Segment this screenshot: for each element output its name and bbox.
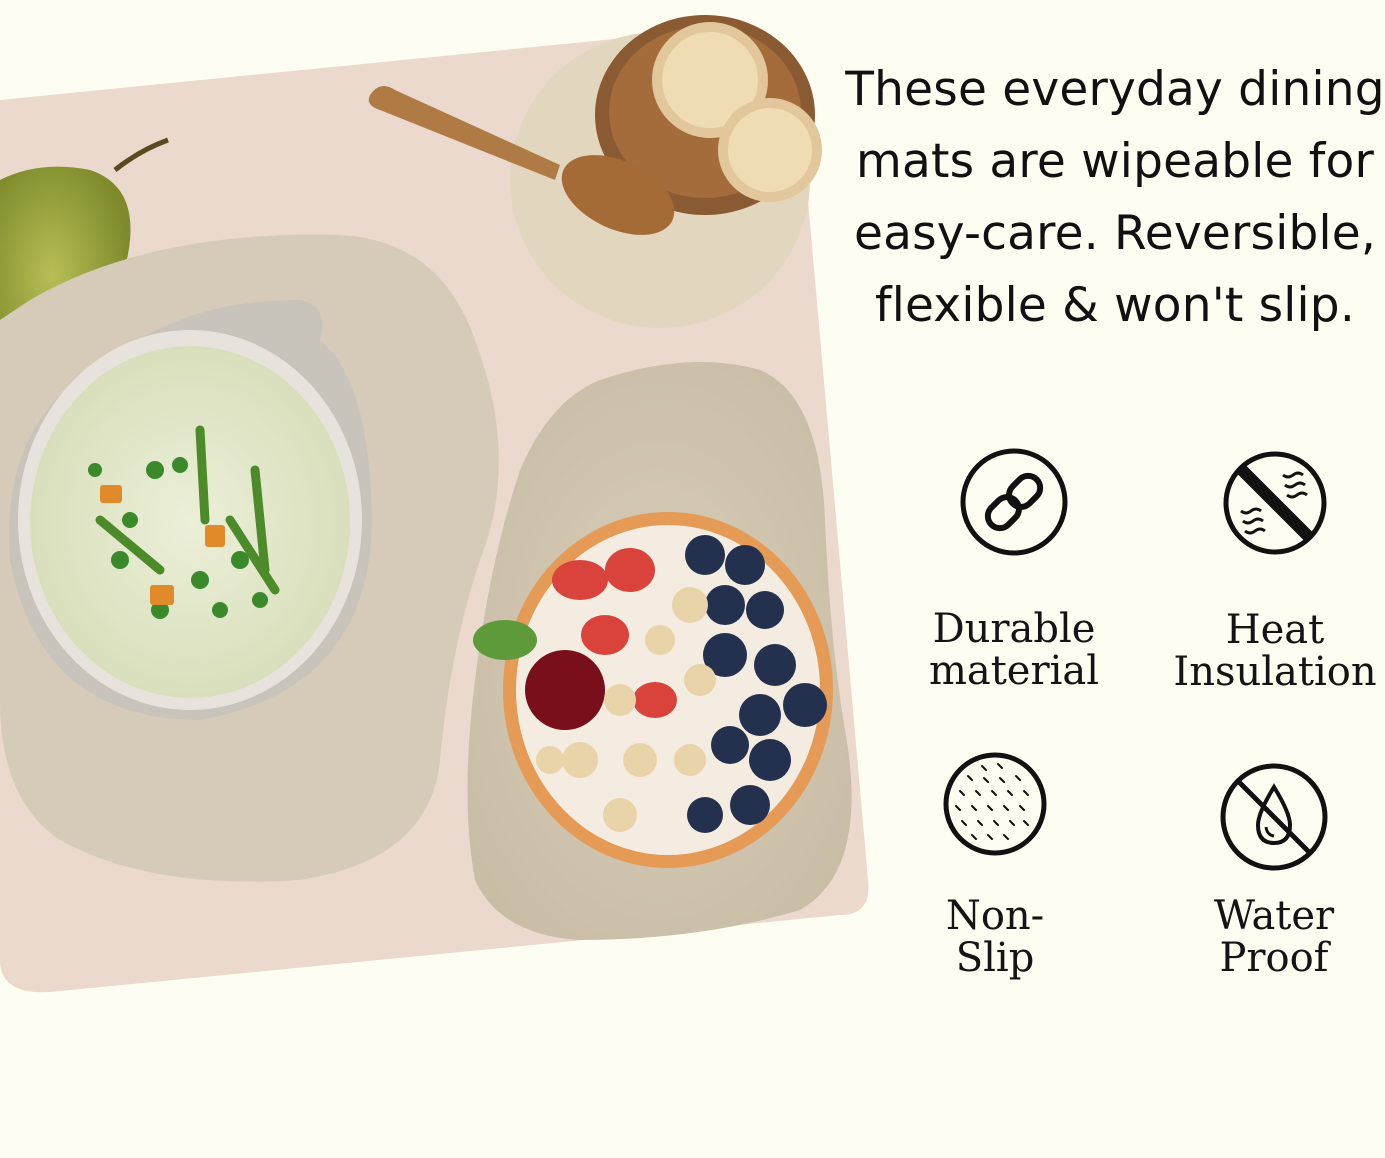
feature-label: Water <box>1213 893 1335 939</box>
headline-line: These everyday dining <box>845 62 1385 117</box>
product-photo <box>0 15 869 993</box>
headline: These everyday dining mats are wipeable … <box>845 54 1385 342</box>
feature-non-slip: Non- Slip <box>885 751 1105 979</box>
feature-water-proof: Water Proof <box>1164 761 1384 979</box>
headline-line: easy-care. Reversible, <box>853 206 1377 261</box>
water-drop-crossed-icon <box>1220 763 1328 871</box>
feature-label: material <box>928 648 1100 694</box>
headline-line: mats are wipeable for <box>855 134 1374 189</box>
feature-durable-material: Durable material <box>904 446 1124 692</box>
feature-label: Heat <box>1225 607 1325 653</box>
chain-link-icon <box>960 448 1068 556</box>
feature-label: Insulation <box>1173 649 1377 695</box>
cherry <box>525 650 605 730</box>
feature-label: Proof <box>1219 935 1329 981</box>
headline-line: flexible & won't slip. <box>875 278 1355 333</box>
heat-waves-crossed-icon <box>1223 451 1327 555</box>
feature-label: Durable <box>932 606 1096 652</box>
textured-circle-icon <box>943 752 1047 856</box>
feature-heat-insulation: Heat Insulation <box>1165 449 1385 693</box>
feature-label: Non- <box>945 893 1045 939</box>
feature-label: Slip <box>955 935 1035 981</box>
